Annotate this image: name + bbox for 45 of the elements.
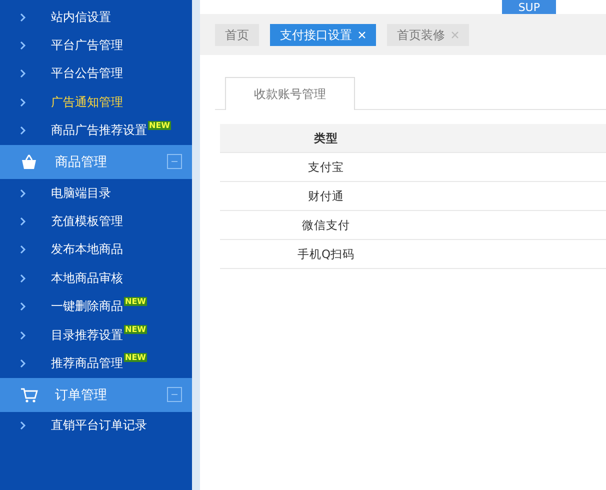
basket-icon [20,154,38,170]
table-cell: 财付通 [220,182,432,210]
chevron-icon [20,12,26,22]
sidebar-item[interactable]: 推荐商品管理 [51,354,123,372]
sidebar-item[interactable]: 发布本地商品 [51,241,123,258]
page-tab[interactable]: 支付接口设置 [270,24,376,46]
page-tab[interactable]: 首页 [215,24,259,46]
panel-tab[interactable]: 收款账号管理 [225,77,355,110]
table-cell: 支付宝 [220,152,432,182]
column-header: 类型 [220,124,432,152]
sidebar-item[interactable]: 直销平台订单记录 [51,417,147,434]
sidebar-item[interactable]: 平台公告管理 [51,65,123,82]
chevron-icon [20,274,26,283]
sidebar-item[interactable]: 商品广告推荐设置 [51,122,147,140]
sidebar-item[interactable]: 本地商品审核 [51,270,123,287]
sidebar-item[interactable]: 充值模板管理 [51,213,123,230]
new-badge: NEW [124,296,147,306]
chevron-icon [20,421,26,430]
chevron-icon [20,69,26,78]
chevron-icon [20,217,26,226]
chevron-icon [20,302,26,312]
new-badge: NEW [148,120,171,130]
new-badge: NEW [124,324,147,334]
sidebar-item[interactable]: 目录推荐设置 [51,326,123,344]
sup-button[interactable]: SUP [502,0,556,14]
collapse-icon[interactable] [167,154,182,170]
table-cell: 手机Q扫码 [220,240,432,268]
chevron-icon [20,98,26,107]
sidebar-item[interactable]: 一键删除商品 [51,298,123,316]
page-tab[interactable]: 首页装修 [387,24,469,46]
chevron-icon [20,41,26,50]
sidebar-item[interactable]: 广告通知管理 [51,94,123,111]
sidebar-item[interactable]: 站内信设置 [51,8,111,26]
collapse-icon[interactable] [167,387,182,402]
table-cell: 微信支付 [220,210,432,240]
chevron-icon [20,330,26,340]
close-icon[interactable] [451,31,459,39]
cart-icon [20,386,38,403]
chevron-icon [20,126,26,136]
new-badge: NEW [124,353,147,362]
chevron-icon [20,245,26,254]
sidebar-item[interactable]: 平台广告管理 [51,37,123,54]
chevron-icon [20,188,26,198]
sidebar-item[interactable]: 电脑端目录 [51,184,111,202]
chevron-icon [20,358,26,368]
